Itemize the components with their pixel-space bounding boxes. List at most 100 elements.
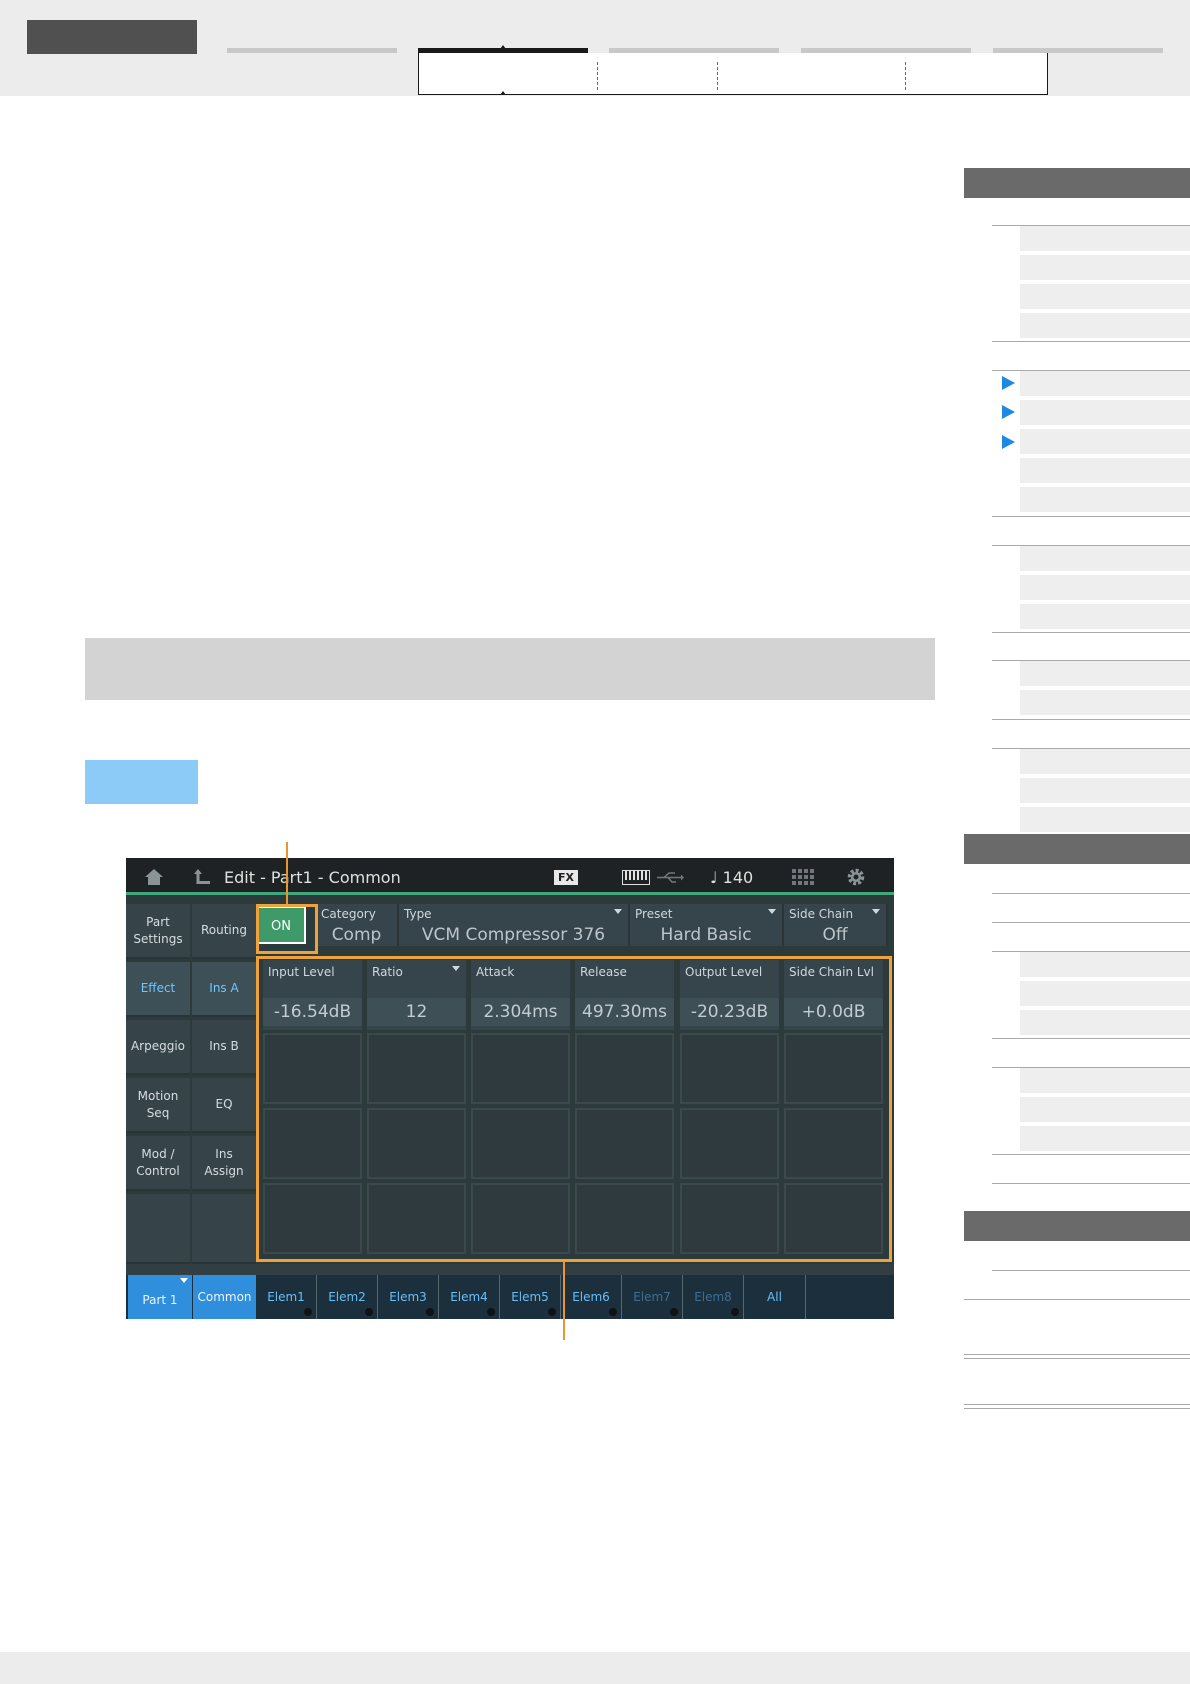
subtab-separator (597, 62, 598, 90)
nav-subtab-strip (418, 53, 1048, 95)
element-status-dot (548, 1308, 556, 1316)
nav-motion-seq[interactable]: Motion Seq (126, 1078, 190, 1133)
back-icon[interactable] (194, 868, 212, 886)
sidebar-item-current[interactable] (1020, 400, 1190, 427)
nav-label: Arpeggio (130, 1039, 186, 1053)
sidebar-item[interactable] (1020, 778, 1190, 805)
nav-mod-control[interactable]: Mod / Control (126, 1136, 190, 1191)
sidebar-item[interactable] (1020, 952, 1190, 979)
element-status-dot (487, 1308, 495, 1316)
section-tag (85, 760, 198, 804)
element-status-dot (670, 1308, 678, 1316)
sidechain-selector[interactable]: Side Chain Off (784, 904, 888, 946)
nav-effect[interactable]: Effect (126, 962, 190, 1017)
element-status-dot (304, 1308, 312, 1316)
sidebar-divider (964, 1299, 1190, 1300)
tab-marker-bottom (500, 91, 506, 95)
sidebar-item[interactable] (1020, 1097, 1190, 1124)
preset-value: Hard Basic (660, 925, 752, 945)
category-selector[interactable]: Category Comp (316, 904, 399, 946)
callout-leader-params (563, 1262, 565, 1340)
sidebar-divider (964, 1404, 1190, 1405)
sidebar-divider (992, 1154, 1190, 1155)
sidebar-divider (992, 1183, 1190, 1184)
nav-label: EQ (215, 1097, 233, 1111)
sidebar-item-current[interactable] (1020, 429, 1190, 456)
current-arrow-icon (1002, 435, 1015, 449)
sidebar-section-header[interactable] (964, 1211, 1190, 1241)
usb-icon (657, 872, 684, 883)
section-banner (85, 638, 935, 700)
sidebar-item[interactable] (1020, 487, 1190, 514)
nav-label: Effect (140, 981, 176, 995)
sidebar-section-header[interactable] (964, 834, 1190, 864)
sidebar-item[interactable] (1020, 575, 1190, 602)
sidebar-item[interactable] (1020, 690, 1190, 717)
type-selector[interactable]: Type VCM Compressor 376 (399, 904, 630, 946)
nav-label: Ins A (209, 981, 239, 995)
nav-label: Mod / Control (136, 1146, 180, 1178)
tempo-display[interactable]: ♩ 140 (710, 868, 753, 887)
sidebar-item[interactable] (1020, 255, 1190, 282)
nav-eq[interactable]: EQ (192, 1078, 256, 1133)
sidebar-divider (964, 1408, 1190, 1409)
grid-icon[interactable] (792, 869, 814, 885)
type-value: VCM Compressor 376 (421, 925, 606, 945)
current-arrow-icon (1002, 405, 1015, 419)
preset-label: Preset (635, 907, 673, 921)
nav-empty (126, 1194, 190, 1264)
callout-leader-on (286, 842, 288, 904)
sidebar-item[interactable] (1020, 749, 1190, 776)
sidechain-label: Side Chain (789, 907, 854, 921)
sidebar-item[interactable] (1020, 546, 1190, 573)
fx-icon[interactable]: FX (554, 870, 578, 885)
dropdown-icon (768, 909, 776, 914)
sidechain-value: Off (822, 925, 848, 945)
element-status-dot (731, 1308, 739, 1316)
nav-label: Routing (200, 923, 247, 937)
sidebar-divider (964, 1358, 1190, 1359)
screen-title: Edit - Part1 - Common (224, 868, 401, 887)
gear-icon[interactable] (846, 867, 866, 887)
sidebar-item[interactable] (1020, 1126, 1190, 1153)
home-icon[interactable] (144, 868, 164, 886)
nav-part-settings[interactable]: Part Settings (126, 904, 190, 959)
sidebar-item[interactable] (1020, 604, 1190, 631)
sidebar-item[interactable] (1020, 1010, 1190, 1037)
callout-parameter-area (256, 956, 892, 1262)
nav-arpeggio[interactable]: Arpeggio (126, 1020, 190, 1075)
dropdown-icon (614, 909, 622, 914)
nav-tab-1[interactable] (227, 48, 397, 53)
element-status-dot (426, 1308, 434, 1316)
subtab-separator (905, 62, 906, 90)
nav-label: Motion Seq (137, 1088, 179, 1120)
sidebar-divider (992, 632, 1190, 633)
sidebar-item[interactable] (1020, 458, 1190, 485)
sidebar-section-header[interactable] (964, 168, 1190, 198)
sidebar-item[interactable] (1020, 981, 1190, 1008)
nav-ins-b[interactable]: Ins B (192, 1020, 256, 1075)
sidebar-item[interactable] (1020, 807, 1190, 834)
sidebar-divider (992, 1038, 1190, 1039)
sidebar-item[interactable] (1020, 661, 1190, 688)
sidebar-item[interactable] (1020, 313, 1190, 340)
sidebar-divider (992, 1270, 1190, 1271)
sidebar-item-current[interactable] (1020, 371, 1190, 398)
all-tab[interactable]: All (744, 1275, 806, 1319)
logo-block (27, 20, 197, 54)
type-label: Type (404, 907, 432, 921)
nav-ins-assign[interactable]: Ins Assign (192, 1136, 256, 1191)
sidebar-divider (964, 1354, 1190, 1355)
keyboard-icon (622, 870, 650, 885)
tab-marker-top (500, 45, 506, 49)
sidebar-divider (992, 922, 1190, 923)
nav-ins-a[interactable]: Ins A (192, 962, 256, 1017)
nav-routing[interactable]: Routing (192, 904, 256, 959)
sidebar-item[interactable] (1020, 284, 1190, 311)
preset-selector[interactable]: Preset Hard Basic (630, 904, 784, 946)
sidebar-item[interactable] (1020, 1068, 1190, 1095)
tab-bar-spacer (126, 1264, 894, 1275)
common-tab[interactable]: Common (193, 1275, 256, 1319)
sidebar-item[interactable] (1020, 226, 1190, 253)
screen-title-bar: Edit - Part1 - Common FX ♩ 140 (126, 858, 894, 895)
